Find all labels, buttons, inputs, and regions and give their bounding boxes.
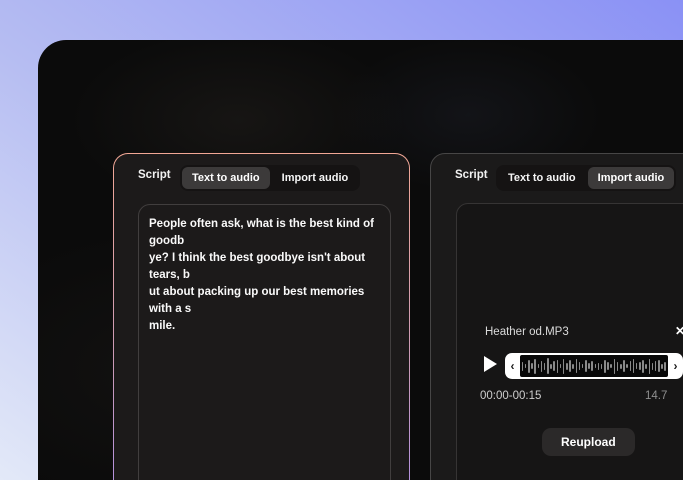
waveform-bar [594,364,597,368]
waveform-bar [556,359,559,373]
trim-handle-left[interactable]: ‹ [505,353,520,379]
waveform-bar [616,361,619,371]
waveform-bar [604,359,606,373]
waveform-bar [569,360,571,372]
waveform-bar [661,363,663,369]
waveform[interactable] [520,355,668,377]
script-panel-left-body: Script Text to audio Import audio People… [114,154,409,480]
waveform-bar [562,358,565,374]
waveform-bar [540,360,543,372]
audio-duration: 14.7 [645,390,668,402]
app-window: Script Text to audio Import audio People… [38,40,683,480]
waveform-bar [635,363,638,369]
waveform-bar [629,361,632,371]
page-background: Script Text to audio Import audio People… [0,0,683,480]
audio-scrubber[interactable]: ‹ › [505,353,683,379]
script-label: Script [138,169,171,181]
waveform-bar [585,360,587,372]
waveform-bar [632,359,635,373]
tab-text-to-audio[interactable]: Text to audio [498,167,586,189]
audio-source-tabs: Text to audio Import audio [496,165,677,191]
waveform-bar [528,359,530,373]
waveform-bar [534,358,536,374]
selection-time-range: 00:00-00:15 [480,390,542,402]
waveform-bar [581,364,584,368]
script-panel-right: Script Text to audio Import audio Heathe… [430,153,683,480]
waveform-bar [550,363,552,369]
waveform-bar [559,364,562,368]
tab-text-to-audio[interactable]: Text to audio [182,167,270,189]
waveform-bar [654,361,657,371]
waveform-bar [531,363,533,369]
waveform-bar [524,364,527,368]
waveform-bar [645,363,647,369]
waveform-bar [543,362,546,370]
script-textarea[interactable]: People often ask, what is the best kind … [138,204,391,480]
waveform-bar [537,364,540,368]
trim-handle-right[interactable]: › [668,353,683,379]
waveform-bar [547,358,549,374]
waveform-bar [588,363,590,369]
script-label: Script [455,169,488,181]
waveform-bar [578,362,581,370]
waveform-bar [642,359,644,373]
waveform-bar [620,363,622,369]
waveform-bar [566,362,568,370]
waveform-bar [639,362,641,370]
waveform-bar [597,362,600,370]
waveform-bar [521,361,524,371]
waveform-bar [610,364,612,368]
waveform-bar [572,363,574,369]
waveform-bar [626,364,628,368]
waveform-bar [607,362,609,370]
waveform-bar [600,363,603,369]
waveform-bar [553,361,555,371]
waveform-bar [648,358,651,374]
imported-audio-container: Heather od.MP3 ✕ ‹ › 00:00-00:15 14.7 Re… [456,203,683,480]
waveform-bar [591,361,593,371]
tab-import-audio[interactable]: Import audio [587,167,675,189]
play-icon[interactable] [484,356,497,372]
close-icon[interactable]: ✕ [675,324,683,338]
waveform-bar [623,360,625,372]
waveform-bar [658,360,660,372]
waveform-bar [575,359,578,373]
tab-import-audio[interactable]: Import audio [272,167,359,189]
audio-filename: Heather od.MP3 [485,326,569,338]
script-panel-left: Script Text to audio Import audio People… [113,153,410,480]
waveform-bar [664,361,666,371]
waveform-bar [613,358,616,374]
audio-source-tabs: Text to audio Import audio [180,165,361,191]
reupload-button[interactable]: Reupload [542,428,635,456]
waveform-bar [651,362,654,370]
